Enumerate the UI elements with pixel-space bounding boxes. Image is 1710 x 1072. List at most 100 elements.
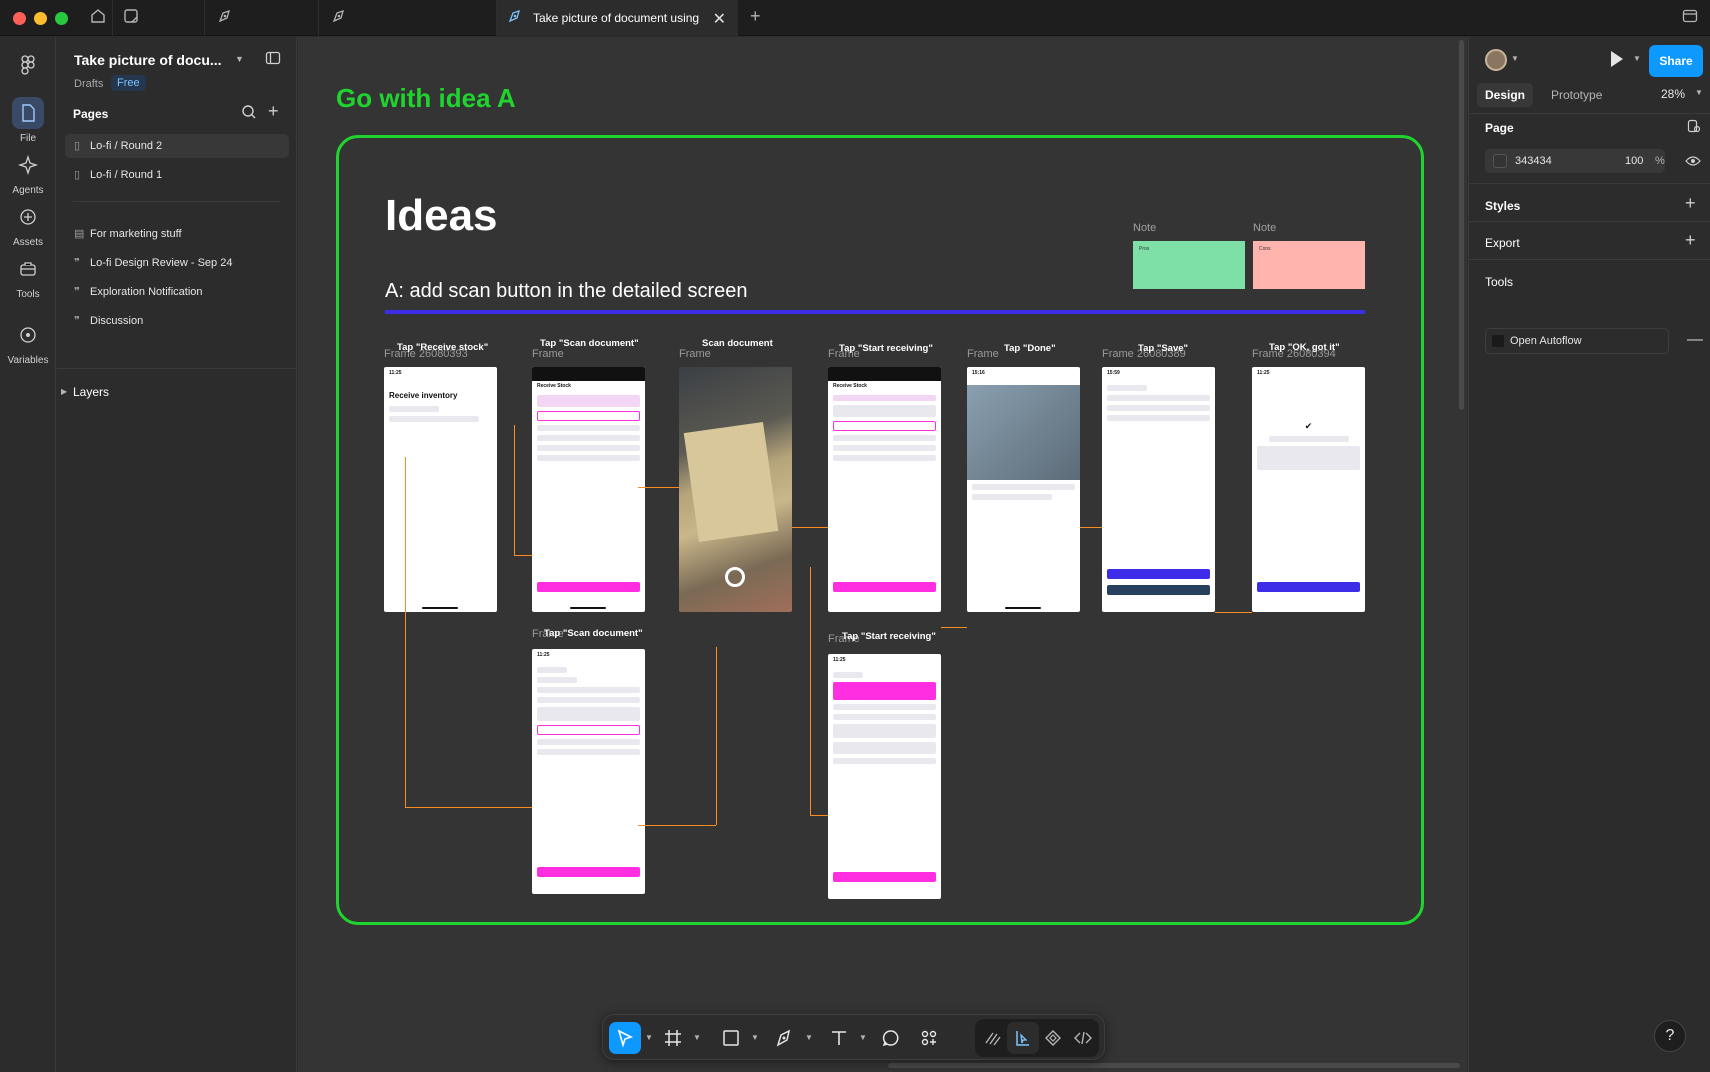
- comment-tool-button[interactable]: [875, 1022, 907, 1054]
- chevron-down-icon[interactable]: ▼: [1633, 54, 1641, 63]
- export-heading[interactable]: Export: [1485, 236, 1520, 250]
- sidebar-toggle-icon[interactable]: [1682, 8, 1702, 28]
- file-name[interactable]: Take picture of docu...: [74, 52, 222, 68]
- screen-receive-inventory[interactable]: 11:25 Receive inventory: [384, 367, 497, 612]
- page-icon: ▯: [74, 169, 81, 181]
- chevron-down-icon[interactable]: ▼: [693, 1033, 701, 1042]
- frame-tool-button[interactable]: [657, 1022, 689, 1054]
- sparkle-icon: [12, 149, 44, 181]
- rescan-field: [833, 421, 936, 431]
- panel-toggle-icon[interactable]: [265, 50, 281, 71]
- sticky-note-cons[interactable]: Cons: [1253, 241, 1365, 289]
- pen-tool-icon: [331, 8, 351, 28]
- page-item-lofi-round-2[interactable]: ▯ Lo-fi / Round 2: [65, 134, 289, 158]
- rail-item-tools[interactable]: Tools: [0, 253, 56, 300]
- page-item-lofi-round-1[interactable]: ▯ Lo-fi / Round 1: [65, 163, 289, 187]
- screen-add-delivery-details[interactable]: Receive Stock: [532, 367, 645, 612]
- avatar[interactable]: [1485, 49, 1507, 71]
- page-settings-icon[interactable]: [1687, 119, 1701, 138]
- tab-drafts[interactable]: [112, 0, 202, 36]
- move-tool-button[interactable]: [609, 1022, 641, 1054]
- add-export-icon[interactable]: +: [1685, 230, 1696, 251]
- page-background-field[interactable]: 343434 100 %: [1485, 149, 1665, 173]
- background-opacity[interactable]: 100: [1625, 155, 1643, 167]
- board-title[interactable]: Ideas: [385, 191, 498, 241]
- styles-heading: Styles: [1485, 199, 1521, 213]
- sticky-note-pros[interactable]: Pros: [1133, 241, 1245, 289]
- board-subtitle[interactable]: A: add scan button in the detailed scree…: [385, 280, 747, 303]
- pen-tool-button[interactable]: [769, 1022, 801, 1054]
- tab-prototype[interactable]: Prototype: [1543, 83, 1610, 107]
- horizontal-scrollbar[interactable]: [888, 1063, 1460, 1068]
- tab-design-file-1[interactable]: [204, 0, 316, 36]
- rail-item-variables[interactable]: Variables: [0, 319, 56, 366]
- tab-design-file-2[interactable]: [318, 0, 450, 36]
- shape-tool-button[interactable]: [715, 1022, 747, 1054]
- layers-heading[interactable]: Layers: [73, 385, 109, 399]
- actions-button[interactable]: [913, 1022, 945, 1054]
- close-tab-icon[interactable]: ✕: [713, 9, 726, 29]
- close-window-button[interactable]: [13, 12, 26, 25]
- add-page-icon[interactable]: +: [268, 101, 279, 122]
- share-button[interactable]: Share: [1649, 45, 1703, 77]
- home-icon[interactable]: [90, 8, 110, 28]
- panel-divider: [1469, 113, 1710, 114]
- chevron-right-icon[interactable]: ▶: [61, 387, 67, 396]
- remove-tool-icon[interactable]: —: [1687, 331, 1703, 349]
- background-hex[interactable]: 343434: [1515, 155, 1552, 167]
- vertical-scrollbar[interactable]: [1459, 40, 1464, 410]
- tab-active-file[interactable]: Take picture of document using S ✕: [496, 0, 738, 36]
- figma-menu-button[interactable]: [0, 49, 56, 81]
- color-swatch[interactable]: [1493, 154, 1507, 168]
- chevron-down-icon[interactable]: ▼: [1511, 54, 1519, 63]
- file-location[interactable]: Drafts: [74, 78, 103, 90]
- screen-order-save[interactable]: 15:59: [1102, 367, 1215, 612]
- screen-order-detail-added[interactable]: 11:25: [828, 654, 941, 899]
- screen-scan-document-camera[interactable]: [679, 367, 792, 612]
- design-mode-button[interactable]: [1007, 1022, 1039, 1054]
- page-item-exploration[interactable]: ❞ Exploration Notification: [65, 280, 289, 304]
- text-tool-button[interactable]: [823, 1022, 855, 1054]
- rail-item-agents[interactable]: Agents: [0, 149, 56, 196]
- chevron-down-icon[interactable]: ▼: [859, 1033, 867, 1042]
- pages-heading: Pages: [73, 107, 109, 121]
- ok-got-it-button: [1257, 582, 1360, 592]
- help-button[interactable]: ?: [1654, 1020, 1686, 1052]
- chevron-down-icon[interactable]: ▼: [751, 1033, 759, 1042]
- prototype-mode-button[interactable]: [1037, 1022, 1069, 1054]
- page-item-discussion[interactable]: ❞ Discussion: [65, 309, 289, 333]
- screen-order-detail-scan[interactable]: 11:25: [532, 649, 645, 894]
- canvas-heading[interactable]: Go with idea A: [336, 83, 516, 114]
- dev-mode-button[interactable]: [1067, 1022, 1099, 1054]
- chevron-down-icon[interactable]: ▼: [235, 54, 244, 64]
- screen-document-added[interactable]: Receive Stock: [828, 367, 941, 612]
- minimize-window-button[interactable]: [34, 12, 47, 25]
- page-item-marketing[interactable]: ▤ For marketing stuff: [65, 222, 289, 246]
- zoom-level[interactable]: 28%: [1661, 87, 1685, 101]
- chevron-down-icon[interactable]: ▼: [805, 1033, 813, 1042]
- screen-scan-product[interactable]: 15:16: [967, 367, 1080, 612]
- rail-label: Variables: [7, 355, 49, 366]
- zoom-window-button[interactable]: [55, 12, 68, 25]
- tool-open-autoflow[interactable]: Open Autoflow: [1485, 328, 1669, 354]
- board-underline[interactable]: [385, 310, 1365, 314]
- rail-item-file[interactable]: File: [0, 97, 56, 144]
- page-item-design-review[interactable]: ❞ Lo-fi Design Review - Sep 24: [65, 251, 289, 275]
- new-tab-icon[interactable]: +: [750, 6, 770, 26]
- eye-icon[interactable]: [1685, 154, 1701, 172]
- screen-title: Receive inventory: [389, 391, 458, 400]
- screen-ready-to-receive[interactable]: 11:25 ✔: [1252, 367, 1365, 612]
- page-icon: ▤: [74, 228, 85, 240]
- chevron-down-icon[interactable]: ▼: [1695, 88, 1703, 97]
- draw-mode-button[interactable]: [977, 1022, 1009, 1054]
- bottom-toolbar: ▼ ▼ ▼ ▼ ▼: [602, 1014, 1105, 1060]
- tab-design[interactable]: Design: [1477, 83, 1534, 107]
- code-icon: [1074, 1031, 1092, 1045]
- design-canvas[interactable]: Go with idea A Ideas A: add scan button …: [298, 37, 1467, 1072]
- search-icon[interactable]: [241, 104, 257, 125]
- sticky-title: Pros: [1139, 246, 1150, 252]
- chevron-down-icon[interactable]: ▼: [645, 1033, 653, 1042]
- add-style-icon[interactable]: +: [1685, 193, 1696, 214]
- rail-item-assets[interactable]: Assets: [0, 201, 56, 248]
- present-play-icon[interactable]: [1611, 51, 1623, 67]
